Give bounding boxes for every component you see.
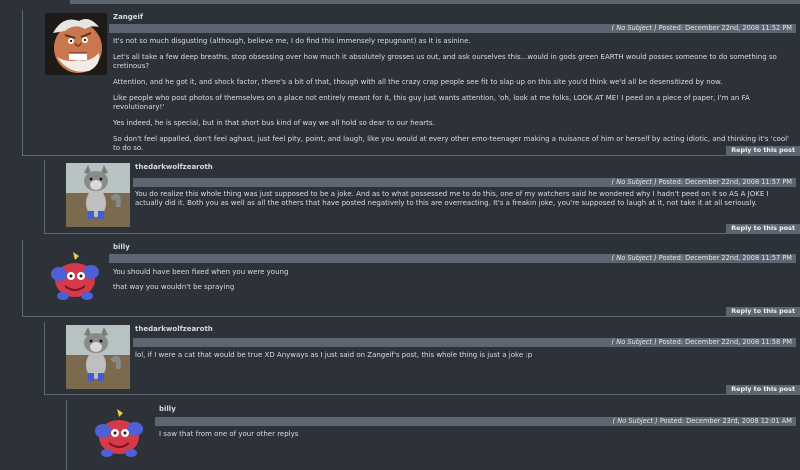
paragraph: Like people who post photos of themselve…: [113, 94, 750, 111]
avatar-image: [45, 13, 107, 75]
avatar-image: [45, 248, 105, 304]
username[interactable]: thedarkwolfzearoth: [135, 325, 213, 333]
username[interactable]: billy: [159, 405, 176, 413]
post-meta: ( No Subject ) Posted: December 22nd, 20…: [109, 24, 796, 33]
paragraph: You do realize this whole thing was just…: [135, 190, 769, 207]
subject: ( No Subject ): [611, 254, 657, 262]
comment: thedarkwolfzearoth ( No Subject ) Posted…: [44, 322, 800, 395]
comment-body: I saw that from one of your other replys: [159, 430, 794, 446]
comment-body: It's not so much disgusting (although, b…: [113, 37, 794, 160]
post-meta: ( No Subject ) Posted: December 22nd, 20…: [133, 178, 796, 187]
paragraph: Let's all take a few deep breaths, stop …: [113, 53, 777, 70]
post-date: Posted: December 22nd, 2008 11:57 PM: [658, 254, 792, 262]
paragraph: Attention, and he got it, and shock fact…: [113, 78, 723, 86]
reply-button[interactable]: Reply to this post: [726, 224, 800, 233]
avatar[interactable]: [89, 406, 149, 460]
avatar[interactable]: [45, 13, 107, 75]
avatar[interactable]: [66, 163, 130, 227]
avatar[interactable]: [66, 325, 130, 389]
paragraph: lol, if I were a cat that would be true …: [135, 351, 533, 359]
subject: ( No Subject ): [611, 338, 657, 346]
comment-body: lol, if I were a cat that would be true …: [135, 351, 794, 367]
avatar-image: [89, 406, 149, 460]
reply-button[interactable]: Reply to this post: [726, 146, 800, 155]
username[interactable]: Zangeif: [113, 13, 143, 21]
comment-body: You should have been fixed when you were…: [113, 268, 794, 299]
comment: thedarkwolfzearoth ( No Subject ) Posted…: [44, 160, 800, 234]
reply-button[interactable]: Reply to this post: [726, 307, 800, 316]
subject: ( No Subject ): [611, 178, 657, 186]
post-date: Posted: December 23rd, 2008 12:01 AM: [659, 417, 792, 425]
post-date: Posted: December 22nd, 2008 11:57 PM: [658, 178, 792, 186]
post-meta: ( No Subject ) Posted: December 22nd, 20…: [133, 338, 796, 347]
previous-reply-bar: [70, 0, 800, 4]
paragraph: Yes indeed, he is special, but in that s…: [113, 119, 435, 127]
post-date: Posted: December 22nd, 2008 11:52 PM: [658, 24, 792, 32]
paragraph: that way you wouldn't be spraying: [113, 283, 235, 291]
avatar-image: [66, 325, 130, 389]
comment-body: You do realize this whole thing was just…: [135, 190, 794, 215]
subject: ( No Subject ): [612, 417, 658, 425]
subject: ( No Subject ): [611, 24, 657, 32]
post-meta: ( No Subject ) Posted: December 23rd, 20…: [155, 417, 796, 426]
reply-button[interactable]: Reply to this post: [726, 385, 800, 394]
paragraph: I saw that from one of your other replys: [159, 430, 299, 438]
paragraph: So don't feel appalled, don't feel aghas…: [113, 135, 789, 152]
comment: Zangeif ( No Subject ) Posted: December …: [22, 10, 800, 156]
avatar-image: [66, 163, 130, 227]
post-meta: ( No Subject ) Posted: December 22nd, 20…: [109, 254, 796, 263]
username[interactable]: billy: [113, 243, 130, 251]
paragraph: It's not so much disgusting (although, b…: [113, 37, 471, 45]
username[interactable]: thedarkwolfzearoth: [135, 163, 213, 171]
avatar[interactable]: [45, 248, 105, 304]
post-date: Posted: December 22nd, 2008 11:58 PM: [658, 338, 792, 346]
paragraph: You should have been fixed when you were…: [113, 268, 289, 276]
comment: billy ( No Subject ) Posted: December 22…: [22, 240, 800, 317]
